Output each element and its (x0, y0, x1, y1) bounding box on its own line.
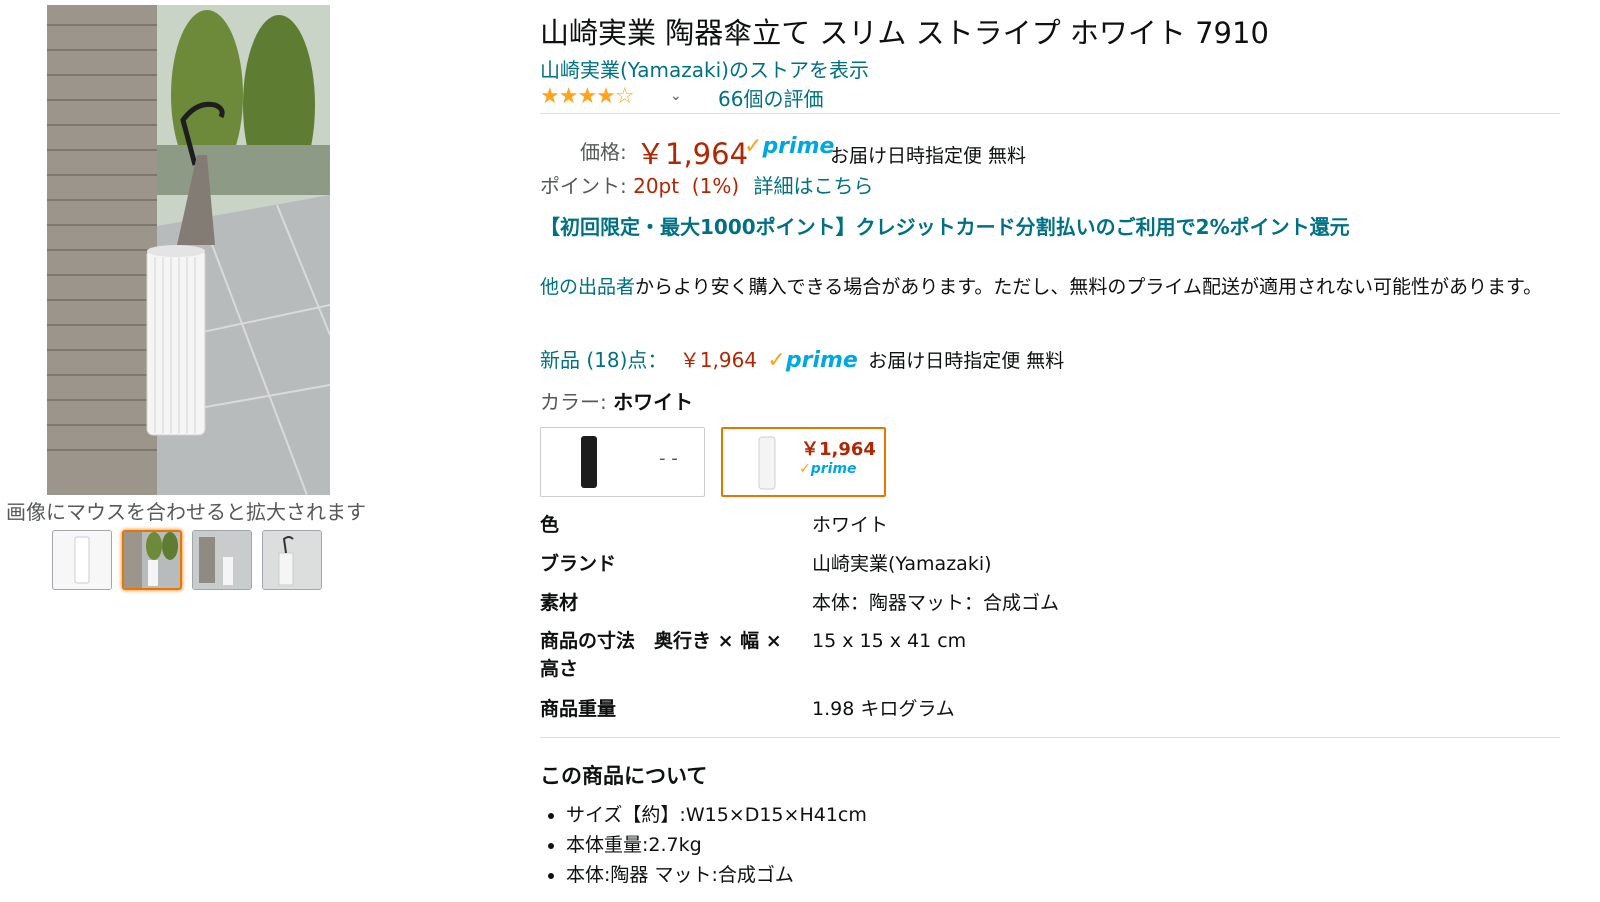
about-bullets: サイズ【約】:W15×D15×H41cm 本体重量:2.7kg 本体:陶器 マッ… (540, 800, 867, 890)
selected-color: ホワイト (613, 390, 694, 414)
spec-key: ブランド (540, 553, 617, 575)
thumbnail-4[interactable] (262, 530, 322, 590)
points-value: 20pt (1%) (633, 174, 740, 198)
color-swatch-white[interactable]: ￥1,964 ✓prime (721, 427, 886, 497)
white-stand-icon (758, 436, 776, 490)
spec-key: 商品重量 (540, 698, 617, 720)
spec-value: ホワイト (812, 514, 889, 536)
spec-key: 商品の寸法 奥行き × 幅 × 高さ (540, 630, 782, 680)
zoom-hint: 画像にマウスを合わせると拡大されます (6, 500, 366, 524)
color-selector-label: カラー: ホワイト (540, 390, 694, 414)
rating-stars-icon[interactable]: ★★★★☆ (540, 84, 635, 109)
new-offers-price: ￥1,964 (679, 348, 758, 372)
ratings-count-link[interactable]: 66個の評価 (718, 83, 823, 112)
spec-key: 色 (540, 514, 560, 536)
promo-link[interactable]: 【初回限定・最大1000ポイント】クレジットカード分割払いのご利用で2%ポイント… (540, 211, 1350, 240)
about-heading: この商品について (540, 764, 708, 788)
delivery-info: お届け日時指定便 無料 (830, 145, 1027, 167)
main-product-image[interactable] (47, 5, 330, 495)
chevron-down-icon[interactable]: ⌄ (670, 88, 682, 104)
black-stand-icon (581, 436, 597, 488)
other-sellers-notice: 他の出品者からより安く購入できる場合があります。ただし、無料のプライム配送が適用… (540, 272, 1555, 302)
spec-value: 山崎実業(Yamazaki) (812, 553, 992, 575)
points-details-link[interactable]: 詳細はこちら (754, 174, 874, 198)
list-item: 本体重量:2.7kg (566, 830, 867, 860)
price-label: 価格: (580, 140, 627, 164)
prime-badge-icon: ✓prime (744, 134, 835, 159)
swatch-price: - - (659, 448, 678, 469)
product-title: 山崎実業 陶器傘立て スリム ストライプ ホワイト 7910 (540, 16, 1269, 50)
points-row: ポイント: 20pt (1%) 詳細はこちら (540, 170, 874, 199)
other-sellers-text: からより安く購入できる場合があります。ただし、無料のプライム配送が適用されない可… (635, 276, 1543, 298)
color-swatch-black[interactable]: - - (540, 427, 705, 497)
thumbnail-2[interactable] (122, 530, 182, 590)
spec-value: 15 x 15 x 41 cm (812, 630, 967, 652)
prime-badge-icon: ✓prime (767, 348, 858, 373)
list-item: サイズ【約】:W15×D15×H41cm (566, 800, 867, 830)
thumbnail-1[interactable] (52, 530, 112, 590)
thumbnail-3[interactable] (192, 530, 252, 590)
divider (540, 737, 1560, 738)
store-link[interactable]: 山崎実業(Yamazaki)のストアを表示 (540, 54, 869, 83)
other-sellers-link[interactable]: 他の出品者 (540, 276, 635, 298)
list-item: 本体:陶器 マット:合成ゴム (566, 860, 867, 890)
new-offers-link[interactable]: 新品 (18)点： (540, 348, 667, 372)
spec-value: 本体：陶器マット：合成ゴム (812, 592, 1060, 614)
spec-key: 素材 (540, 592, 579, 614)
new-offers-row: 新品 (18)点： ￥1,964 ✓prime お届け日時指定便 無料 (540, 344, 1064, 373)
new-offers-delivery: お届け日時指定便 無料 (868, 350, 1065, 372)
price: ￥1,964 (636, 137, 749, 171)
swatch-price: ￥1,964 (801, 439, 876, 460)
prime-badge-icon: ✓prime (799, 461, 857, 477)
divider (540, 113, 1560, 114)
spec-value: 1.98 キログラム (812, 698, 955, 720)
product-photo (47, 5, 330, 495)
points-label: ポイント: (540, 174, 627, 198)
